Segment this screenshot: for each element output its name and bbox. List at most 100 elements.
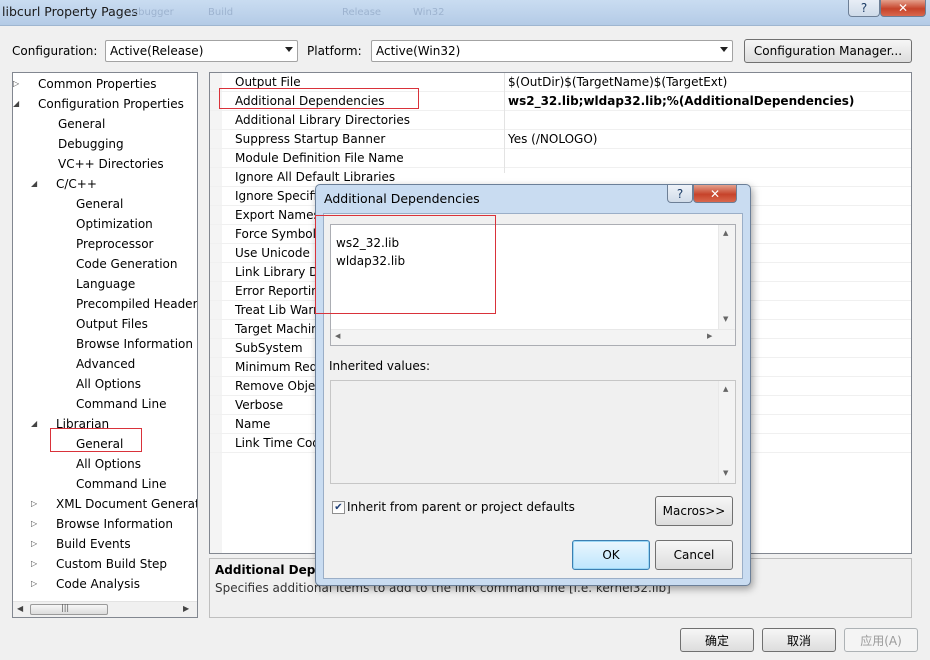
tree-item-label: Preprocessor [76, 237, 154, 251]
grid-row[interactable]: Additional Dependencies ws2_32.lib;wldap3… [210, 92, 911, 111]
dialog-body: ws2_32.lib wldap32.lib ▲ ▼ ◀ ▶ Inherited… [323, 213, 743, 579]
configuration-manager-button[interactable]: Configuration Manager... [744, 39, 912, 63]
property-name: Link Library D [235, 265, 319, 279]
tree-item[interactable]: ▷ Common Properties [13, 74, 197, 94]
tree-item[interactable]: General [13, 434, 197, 454]
expand-arrow-icon[interactable]: ▷ [31, 574, 41, 594]
scroll-left-icon[interactable]: ◀ [17, 604, 23, 613]
inherited-values-box: ▲ ▼ [330, 380, 736, 484]
configuration-select[interactable]: Active(Release) [105, 40, 298, 62]
property-name: Remove Objec [235, 379, 322, 393]
tree-item[interactable]: ▷ Browse Information [13, 514, 197, 534]
tree-item[interactable]: Preprocessor [13, 234, 197, 254]
tree-item[interactable]: Advanced [13, 354, 197, 374]
tree-item[interactable]: Command Line [13, 474, 197, 494]
scroll-right-icon[interactable]: ▶ [183, 604, 189, 613]
dialog-title: Additional Dependencies [324, 191, 480, 206]
scroll-left-icon[interactable]: ◀ [335, 332, 340, 340]
tree-item[interactable]: General [13, 114, 197, 134]
scroll-up-icon[interactable]: ▲ [723, 229, 728, 237]
tree-item-label: Output Files [76, 317, 148, 331]
dialog-ok-button[interactable]: OK [572, 540, 650, 570]
property-value: $(OutDir)$(TargetName)$(TargetExt) [508, 75, 728, 89]
tree-item-label: Build Events [56, 537, 131, 551]
ok-button[interactable]: 确定 [680, 628, 754, 652]
tree-item[interactable]: ▷ Custom Build Step [13, 554, 197, 574]
help-button[interactable]: ? [848, 0, 880, 17]
property-tree[interactable]: ▷ Common Properties ◢ Configuration Propert… [12, 72, 198, 618]
collapse-arrow-icon[interactable]: ◢ [13, 94, 23, 114]
inherit-checkbox-label[interactable]: Inherit from parent or project defaults [347, 500, 575, 514]
scroll-down-icon[interactable]: ▼ [723, 315, 728, 323]
ghost-tab: Win32 [413, 7, 445, 18]
tree-item[interactable]: Language [13, 274, 197, 294]
tree-item[interactable]: All Options [13, 374, 197, 394]
expand-arrow-icon[interactable]: ▷ [13, 74, 23, 94]
column-divider[interactable] [504, 73, 505, 173]
cancel-button[interactable]: 取消 [762, 628, 836, 652]
expand-arrow-icon[interactable]: ▷ [31, 534, 41, 554]
property-name: Target Machine [235, 322, 327, 336]
tree-item[interactable]: Optimization [13, 214, 197, 234]
tree-item[interactable]: All Options [13, 454, 197, 474]
dialog-close-button[interactable]: ✕ [693, 185, 737, 203]
tree-item[interactable]: Code Generation [13, 254, 197, 274]
tree-horizontal-scrollbar[interactable]: ◀ ||| ▶ [13, 601, 197, 617]
tree-item-label: All Options [76, 457, 141, 471]
tree-item-label: General [76, 197, 124, 211]
chevron-down-icon [720, 47, 728, 52]
tree-item[interactable]: Debugging [13, 134, 197, 154]
tree-item[interactable]: General [13, 194, 197, 214]
tree-item[interactable]: ▷ XML Document Generat [13, 494, 197, 514]
dialog-help-button[interactable]: ? [667, 185, 693, 203]
property-name: Error Reporting [235, 284, 327, 298]
scroll-up-icon[interactable]: ▲ [723, 385, 728, 393]
tree-item[interactable]: ▷ Build Events [13, 534, 197, 554]
expand-arrow-icon[interactable]: ▷ [31, 514, 41, 534]
tree-item-label: C/C++ [56, 177, 97, 191]
scroll-right-icon[interactable]: ▶ [707, 332, 712, 340]
inherit-checkbox[interactable]: ✔ [332, 501, 345, 514]
tree-item[interactable]: Command Line [13, 394, 197, 414]
property-name: SubSystem [235, 341, 303, 355]
collapse-arrow-icon[interactable]: ◢ [31, 414, 41, 434]
close-button[interactable]: ✕ [880, 0, 926, 17]
ghost-tab: Build [208, 7, 234, 18]
tree-item[interactable]: Browse Information [13, 334, 197, 354]
tree-item[interactable]: ▷ Code Analysis [13, 574, 197, 594]
macros-button[interactable]: Macros>> [655, 496, 733, 526]
property-name: Name [235, 417, 271, 431]
tree-item-label: Precompiled Header [76, 297, 198, 311]
tree-item[interactable]: Output Files [13, 314, 197, 334]
grid-row[interactable]: Additional Library Directories [210, 111, 911, 130]
tree-item-label: Advanced [76, 357, 136, 371]
tree-item[interactable]: VC++ Directories [13, 154, 197, 174]
property-name: Force Symbol [235, 227, 316, 241]
expand-arrow-icon[interactable]: ▷ [31, 494, 41, 514]
collapse-arrow-icon[interactable]: ◢ [31, 174, 41, 194]
property-name: Use Unicode [235, 246, 310, 260]
tree-item-label: Debugging [58, 137, 124, 151]
grid-row[interactable]: Suppress Startup Banner Yes (/NOLOGO) [210, 130, 911, 149]
dialog-cancel-button[interactable]: Cancel [655, 540, 733, 570]
dependency-line: ws2_32.lib [336, 236, 400, 250]
dependencies-textarea[interactable]: ws2_32.lib wldap32.lib ▲ ▼ ◀ ▶ [330, 224, 736, 346]
vertical-scrollbar[interactable]: ▲ ▼ [718, 225, 735, 329]
tree-item[interactable]: ◢ Librarian [13, 414, 197, 434]
expand-arrow-icon[interactable]: ▷ [31, 554, 41, 574]
tree-item-label: Browse Information [56, 517, 173, 531]
apply-button[interactable]: 应用(A) [844, 628, 918, 652]
platform-value: Active(Win32) [376, 44, 461, 58]
scroll-down-icon[interactable]: ▼ [723, 469, 728, 477]
vertical-scrollbar[interactable]: ▲ ▼ [718, 381, 735, 483]
tree-item[interactable]: ◢ Configuration Properties [13, 94, 197, 114]
tree-item[interactable]: ◢ C/C++ [13, 174, 197, 194]
platform-select[interactable]: Active(Win32) [371, 40, 733, 62]
description-title: Additional Depe [215, 563, 324, 577]
grid-row[interactable]: Module Definition File Name [210, 149, 911, 168]
tree-item[interactable]: Precompiled Header [13, 294, 197, 314]
scrollbar-thumb[interactable]: ||| [30, 603, 108, 615]
window-title: libcurl Property Pages [2, 4, 138, 19]
grid-row[interactable]: Output File $(OutDir)$(TargetName)$(Targe… [210, 73, 911, 92]
horizontal-scrollbar[interactable]: ◀ ▶ [331, 329, 735, 345]
